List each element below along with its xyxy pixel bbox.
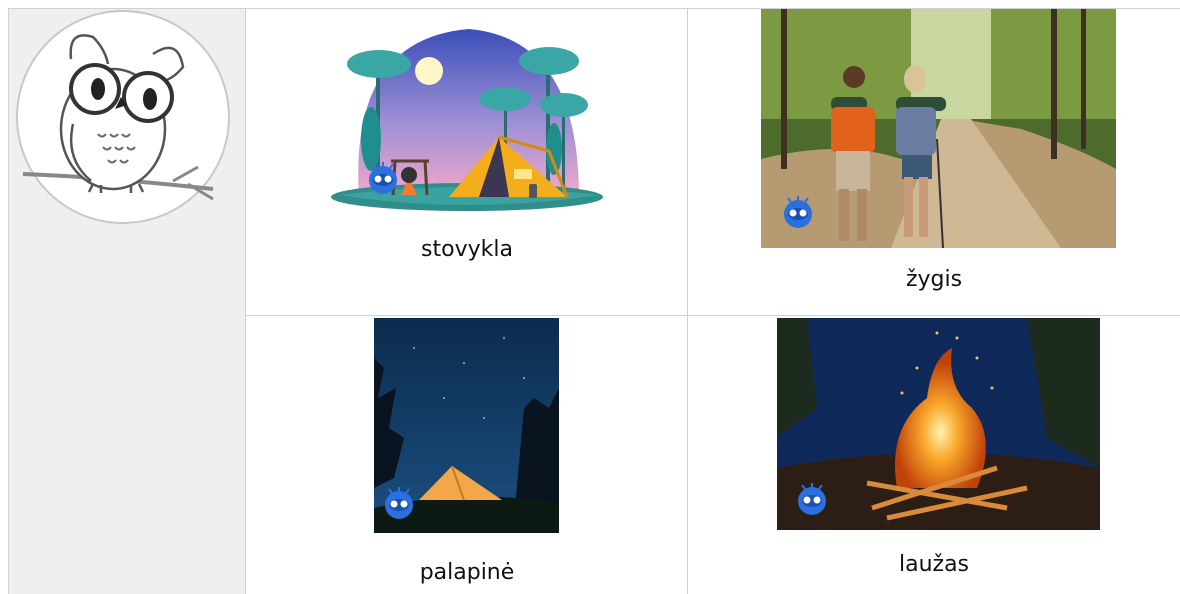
- card-label: palapinė: [419, 560, 515, 585]
- sidebar-panel: [8, 8, 246, 594]
- card-label: laužas: [898, 552, 970, 577]
- card-palapine: palapinė: [247, 316, 687, 594]
- card-lauzas: laužas: [688, 316, 1180, 594]
- robot-badge-icon: [798, 483, 826, 515]
- robot-badge-icon: [385, 487, 413, 519]
- card-label: stovykla: [421, 237, 513, 262]
- card-stovykla: stovykla: [247, 9, 687, 315]
- robot-badge-icon: [784, 196, 812, 228]
- owl-drawing: [16, 10, 230, 224]
- card-label: žygis: [905, 267, 963, 292]
- card-zygis: žygis: [688, 9, 1180, 315]
- vocabulary-grid: stovykla žygis palapinė laužas: [0, 0, 1180, 594]
- robot-badge-icon: [369, 162, 397, 194]
